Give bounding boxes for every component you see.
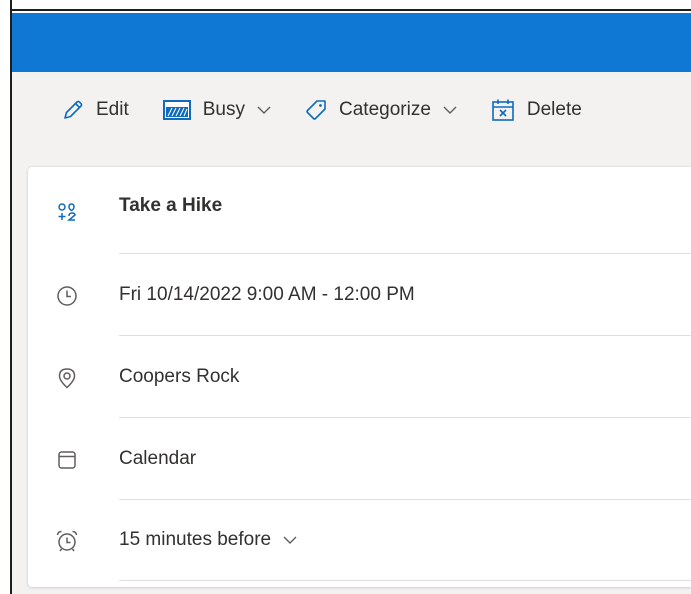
divider bbox=[119, 417, 691, 418]
categorize-dropdown[interactable]: Categorize bbox=[305, 92, 457, 128]
event-title: Take a Hike bbox=[119, 195, 223, 216]
group-activity-icon bbox=[52, 197, 82, 227]
edit-label: Edit bbox=[96, 99, 129, 120]
divider bbox=[119, 253, 691, 254]
delete-button[interactable]: Delete bbox=[491, 92, 582, 128]
busy-status-icon bbox=[162, 100, 191, 120]
tag-icon bbox=[305, 99, 327, 121]
clock-icon bbox=[52, 281, 82, 311]
divider bbox=[119, 335, 691, 336]
calendar-delete-icon bbox=[491, 98, 515, 122]
event-location: Coopers Rock bbox=[119, 366, 240, 387]
header-bar bbox=[12, 13, 691, 72]
pencil-icon bbox=[62, 99, 84, 121]
calendar-icon bbox=[52, 445, 82, 475]
alarm-clock-icon bbox=[52, 526, 82, 556]
location-pin-icon bbox=[52, 363, 82, 393]
busy-label: Busy bbox=[202, 99, 245, 120]
location-row[interactable]: Coopers Rock bbox=[28, 353, 691, 403]
divider bbox=[119, 580, 691, 581]
title-row: Take a Hike bbox=[28, 187, 691, 237]
reminder-dropdown[interactable]: 15 minutes before bbox=[119, 529, 297, 551]
edit-button[interactable]: Edit bbox=[62, 92, 129, 128]
reminder-row: 15 minutes before bbox=[28, 516, 691, 566]
event-details-card: Take a Hike Fri 10/14/2022 9:00 AM - 12:… bbox=[28, 167, 691, 587]
chevron-down-icon bbox=[443, 105, 457, 115]
categorize-label: Categorize bbox=[339, 99, 431, 120]
calendar-row[interactable]: Calendar bbox=[28, 435, 691, 485]
event-datetime: Fri 10/14/2022 9:00 AM - 12:00 PM bbox=[119, 284, 415, 305]
window-frame-top bbox=[10, 0, 691, 11]
reminder-label: 15 minutes before bbox=[119, 529, 272, 550]
chevron-down-icon bbox=[283, 535, 297, 545]
event-window: Edit Busy Categorize Delete Take a Hike … bbox=[0, 0, 691, 594]
datetime-row[interactable]: Fri 10/14/2022 9:00 AM - 12:00 PM bbox=[28, 271, 691, 321]
delete-label: Delete bbox=[526, 99, 582, 120]
busy-dropdown[interactable]: Busy bbox=[162, 92, 271, 128]
chevron-down-icon bbox=[257, 105, 271, 115]
event-calendar: Calendar bbox=[119, 448, 197, 469]
event-toolbar: Edit Busy Categorize Delete bbox=[12, 72, 691, 148]
divider bbox=[119, 499, 691, 500]
